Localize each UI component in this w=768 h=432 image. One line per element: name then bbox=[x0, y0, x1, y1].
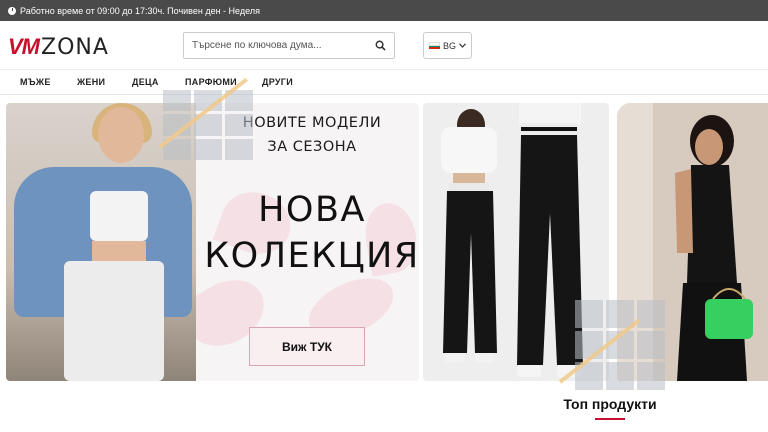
banner-tagline-line2: ЗА СЕЗОНА bbox=[267, 139, 357, 155]
nav-item-kids[interactable]: ДЕЦА bbox=[132, 77, 159, 87]
banner-headline-line2: КОЛЕКЦИЯ bbox=[204, 236, 419, 276]
chevron-down-icon bbox=[459, 43, 466, 48]
watermark-grid-bottom bbox=[575, 300, 665, 390]
banner-headline-line1: НОВА bbox=[258, 190, 366, 230]
top-products-title: Топ продукти bbox=[563, 396, 657, 412]
nav-item-women[interactable]: ЖЕНИ bbox=[77, 77, 105, 87]
info-bar: Работно време от 09:00 до 17:30ч. Почиве… bbox=[0, 0, 768, 21]
language-label: BG bbox=[442, 40, 456, 51]
nav-item-perfumes[interactable]: ПАРФЮМИ bbox=[185, 77, 237, 87]
language-selector[interactable]: BG bbox=[423, 32, 472, 59]
nav-item-men[interactable]: МЪЖЕ bbox=[20, 77, 51, 87]
banner-headline: НОВА КОЛЕКЦИЯ bbox=[202, 187, 419, 279]
clock-icon bbox=[8, 6, 16, 15]
logo-zona: ZONA bbox=[41, 35, 109, 60]
section-title-underline bbox=[595, 418, 625, 420]
nav-item-other[interactable]: ДРУГИ bbox=[262, 77, 293, 87]
search-input[interactable] bbox=[184, 33, 366, 58]
search-button[interactable] bbox=[366, 33, 394, 58]
site-logo[interactable]: VM ZONA bbox=[8, 34, 109, 60]
see-here-button[interactable]: Виж ТУК bbox=[249, 327, 365, 366]
logo-vm: VM bbox=[8, 34, 40, 59]
search-box bbox=[183, 32, 395, 59]
header: VM ZONA BG bbox=[0, 21, 768, 69]
working-hours-text: Работно време от 09:00 до 17:30ч. Почиве… bbox=[20, 5, 260, 16]
watermark-grid-top bbox=[163, 90, 253, 160]
search-icon bbox=[375, 40, 386, 51]
bulgaria-flag-icon bbox=[428, 42, 440, 50]
banner-tagline-line1: НОВИТЕ МОДЕЛИ bbox=[242, 115, 382, 131]
banner-tagline: НОВИТЕ МОДЕЛИ ЗА СЕЗОНА bbox=[232, 111, 392, 159]
main-nav: МЪЖЕ ЖЕНИ ДЕЦА ПАРФЮМИ ДРУГИ bbox=[0, 69, 768, 95]
